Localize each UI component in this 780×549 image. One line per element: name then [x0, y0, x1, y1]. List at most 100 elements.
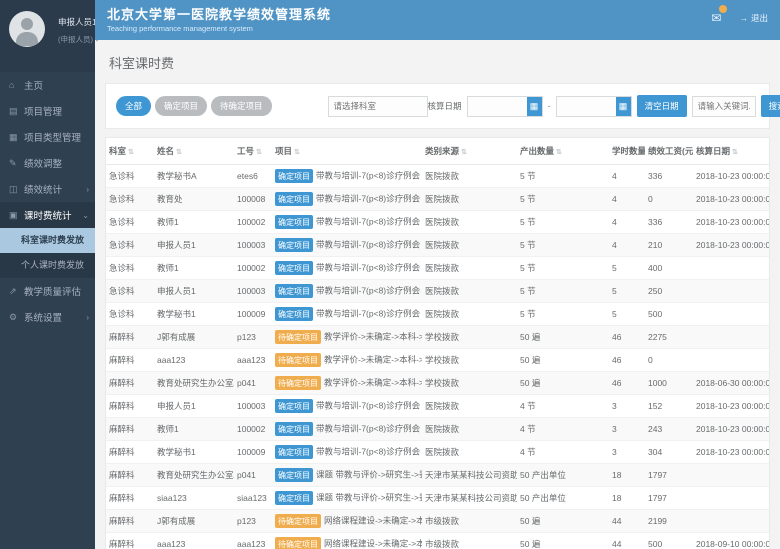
cell-output: 50 产出单位	[517, 487, 609, 510]
sidebar-item-system-settings[interactable]: ⚙ 系统设置 ›	[0, 304, 95, 330]
cell-project: 确定项目带教与培训-7(p<8)诊疗例会	[272, 234, 422, 257]
sidebar-nav: ⌂ 主页 ▤ 项目管理 ▦ 项目类型管理 ✎ 绩效调整 ◫ 绩效统计 › ▣	[0, 72, 95, 330]
sidebar-item-project-management[interactable]: ▤ 项目管理	[0, 98, 95, 124]
filter-all-button[interactable]: 全部	[116, 96, 151, 116]
cell-project: 确定项目带教与培训-7(p<8)诊疗例会	[272, 418, 422, 441]
sort-icon: ⇅	[176, 149, 182, 156]
cell-output: 5 节	[517, 303, 609, 326]
cell-source: 学校拨款	[422, 326, 517, 349]
messages-button[interactable]: ✉	[711, 9, 721, 27]
sidebar-item-performance-stats[interactable]: ◫ 绩效统计 ›	[0, 176, 95, 202]
calendar-icon[interactable]: ▦	[616, 97, 631, 116]
cell-hours: 46	[609, 326, 645, 349]
submenu-item-personal-fee[interactable]: 个人课时费发放	[0, 253, 95, 278]
cell-source: 市级拨款	[422, 533, 517, 549]
table-row: 麻醉科 教学秘书1 100009 确定项目带教与培训-7(p<8)诊疗例会 医院…	[106, 441, 769, 464]
avatar[interactable]	[9, 11, 45, 47]
project-text: 带教与培训-7(p<8)诊疗例会	[316, 286, 420, 296]
column-header-name[interactable]: 姓名⇅	[154, 138, 234, 165]
avatar-body-shape	[16, 32, 38, 46]
cell-date	[693, 280, 769, 303]
table-row: 麻醉科 教育处研究生办公室A p041 待确定项目教学评价->未确定->本科->…	[106, 372, 769, 395]
cell-name: 教育处研究生办公室A	[154, 464, 234, 487]
column-header-salary[interactable]: 绩效工资(元)⇅	[645, 138, 693, 165]
cell-dept: 急诊科	[106, 257, 154, 280]
calendar-icon[interactable]: ▦	[527, 97, 542, 116]
table-row: 麻醉科 siaa123 siaa123 确定项目课题 带教与评价->研究生->鉴…	[106, 487, 769, 510]
cell-date: 2018-10-23 00:00:00	[693, 211, 769, 234]
column-header-date[interactable]: 核算日期⇅	[693, 138, 769, 165]
cell-name: 教学秘书1	[154, 441, 234, 464]
chevron-right-icon: ›	[86, 313, 89, 322]
page-title: 科室课时费	[95, 40, 780, 83]
cell-date: 2018-10-23 00:00:00	[693, 395, 769, 418]
cell-project: 确定项目带教与培训-7(p<8)诊疗例会	[272, 303, 422, 326]
table-row: 麻醉科 J郭有成展 p123 待确定项目教学评价->未确定->本科->X 无接受…	[106, 326, 769, 349]
cell-salary: 2199	[645, 510, 693, 533]
cell-source: 医院拨款	[422, 188, 517, 211]
sidebar-item-home[interactable]: ⌂ 主页	[0, 72, 95, 98]
user-role-dropdown[interactable]: (申报人员) ▾	[58, 34, 89, 45]
submenu-item-dept-fee[interactable]: 科室课时费发放	[0, 228, 95, 253]
cell-source: 医院拨款	[422, 441, 517, 464]
project-status-badge: 确定项目	[275, 215, 313, 229]
table-row: 麻醉科 教师1 100002 确定项目带教与培训-7(p<8)诊疗例会 医院拨款…	[106, 418, 769, 441]
cell-name: J郭有成展	[154, 510, 234, 533]
project-text: 教学评价->未确定->本科->X 无接受人	[324, 378, 422, 388]
filter-pending-button[interactable]: 待确定项目	[211, 96, 272, 116]
sidebar-item-project-type[interactable]: ▦ 项目类型管理	[0, 124, 95, 150]
cell-date: 2018-10-23 00:00:00	[693, 165, 769, 188]
column-header-source[interactable]: 类别来源⇅	[422, 138, 517, 165]
cell-id: aaa123	[234, 533, 272, 549]
sidebar-item-fee-stats[interactable]: ▣ 课时费统计 ⌄	[0, 202, 95, 228]
cell-salary: 0	[645, 349, 693, 372]
table-row: 急诊科 申报人员1 100003 确定项目带教与培训-7(p<8)诊疗例会 医院…	[106, 234, 769, 257]
cell-id: 100003	[234, 395, 272, 418]
cell-output: 4 节	[517, 418, 609, 441]
cell-dept: 麻醉科	[106, 395, 154, 418]
column-header-id[interactable]: 工号⇅	[234, 138, 272, 165]
project-text: 教学评价->未确定->本科->X 无接受人	[324, 332, 422, 342]
cell-salary: 336	[645, 165, 693, 188]
cell-output: 5 节	[517, 211, 609, 234]
cell-id: p123	[234, 510, 272, 533]
cell-hours: 5	[609, 303, 645, 326]
cell-salary: 304	[645, 441, 693, 464]
cell-output: 4 节	[517, 395, 609, 418]
cell-dept: 麻醉科	[106, 487, 154, 510]
cell-salary: 400	[645, 257, 693, 280]
cell-salary: 210	[645, 234, 693, 257]
sort-icon: ⇅	[256, 149, 262, 156]
logout-button[interactable]: → 退出	[739, 12, 768, 24]
clear-date-button[interactable]: 清空日期	[637, 95, 687, 117]
cell-salary: 500	[645, 533, 693, 549]
filter-confirmed-button[interactable]: 确定项目	[155, 96, 207, 116]
cell-date: 2018-10-23 00:00:00	[693, 188, 769, 211]
keyword-input[interactable]	[692, 96, 756, 117]
cell-project: 确定项目带教与培训-7(p<8)诊疗例会	[272, 257, 422, 280]
table-row: 麻醉科 aaa123 aaa123 待确定项目网络课程建设->未确定->本科->…	[106, 533, 769, 549]
cell-date	[693, 464, 769, 487]
cell-date	[693, 257, 769, 280]
project-status-badge: 确定项目	[275, 468, 313, 482]
sidebar-item-performance-adjust[interactable]: ✎ 绩效调整	[0, 150, 95, 176]
column-header-project[interactable]: 项目⇅	[272, 138, 422, 165]
project-text: 带教与培训-7(p<8)诊疗例会	[316, 401, 420, 411]
sidebar-item-teaching-quality[interactable]: ⇗ 教学质量评估	[0, 278, 95, 304]
cell-output: 50 遍	[517, 372, 609, 395]
project-text: 带教与培训-7(p<8)诊疗例会	[316, 424, 420, 434]
cell-source: 医院拨款	[422, 303, 517, 326]
column-header-output[interactable]: 产出数量⇅	[517, 138, 609, 165]
project-text: 带教与培训-7(p<8)诊疗例会	[316, 447, 420, 457]
column-header-dept[interactable]: 科室⇅	[106, 138, 154, 165]
cell-hours: 18	[609, 487, 645, 510]
table-row: 麻醉科 申报人员1 100003 确定项目带教与培训-7(p<8)诊疗例会 医院…	[106, 395, 769, 418]
column-header-hours[interactable]: 学时数量⇅	[609, 138, 645, 165]
cell-date: 2018-06-30 00:00:00	[693, 372, 769, 395]
project-status-badge: 待确定项目	[275, 514, 321, 528]
project-status-badge: 待确定项目	[275, 353, 321, 367]
search-button[interactable]: 搜索	[761, 95, 780, 117]
department-input[interactable]	[328, 96, 428, 117]
cell-source: 医院拨款	[422, 257, 517, 280]
project-text: 教学评价->未确定->本科->X 无接受人	[324, 355, 422, 365]
